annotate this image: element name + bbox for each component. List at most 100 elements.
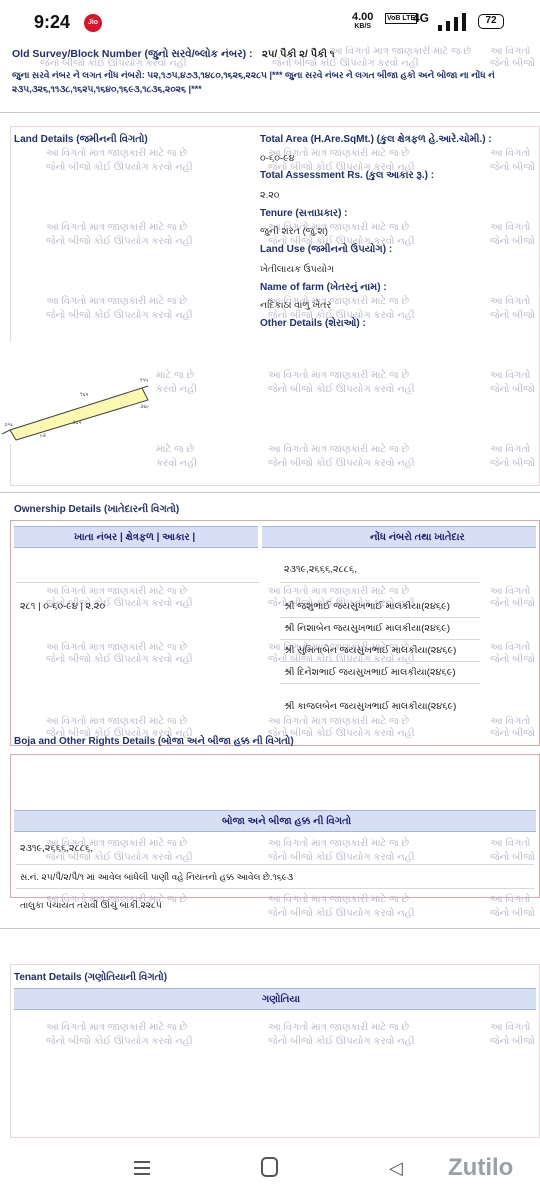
watermark-text: આ વિગતો માત્ર જાણકારી માટે જ છે xyxy=(268,444,410,455)
watermark-text: જેનો બીજો કોઈ ઊપયોગ કરવો નહી xyxy=(46,236,193,247)
row-divider xyxy=(16,888,534,889)
tenant-heading: Tenant Details (ગણોતિયાની વિગતો) xyxy=(14,972,168,983)
column-header: બોજા અને બીજા હક્ક ની વિગતો xyxy=(222,816,352,827)
map-label: ૯૨ xyxy=(40,433,46,439)
watermark-text: માટે જ છે xyxy=(156,444,195,455)
watermark-text: જેનો બીજો કોઈ ઊપયોગ કરવો નહી xyxy=(46,310,193,321)
total-area-label: Total Area (H.Are.SqMt.) (કુલ ક્ષેત્રફળ … xyxy=(260,134,492,145)
watermark-text: આ વિગતો માત્ર જાણકારી માટે જ છે xyxy=(46,296,188,307)
row-divider xyxy=(16,864,534,865)
watermark-text: જેનો બીજો xyxy=(490,58,536,69)
watermark-text: જેનો બીજો કોઈ ઊપયોગ કરવો નહી xyxy=(268,458,415,469)
row-divider xyxy=(280,617,480,618)
watermark-text: આ વિગતો xyxy=(490,716,531,727)
carrier-icon: Jio xyxy=(84,14,102,32)
watermark-text: જેનો બીજો xyxy=(490,598,536,609)
watermark-text: આ વિગતો માત્ર જાણકારી માટે જ છે xyxy=(46,716,188,727)
watermark-text: આ વિગતો xyxy=(490,370,531,381)
watermark-text: જેનો બીજો કોઈ ઊપયોગ કરવો નહી xyxy=(268,384,415,395)
watermark-text: આ વિગતો માત્ર જાણકારી માટે જ છે xyxy=(46,642,188,653)
watermark-text: આ વિગતો xyxy=(490,586,531,597)
watermark-text: જેનો બીજો xyxy=(490,458,536,469)
boja-entry: સ.નં. ૨૫/પૈ/૨/પૈ/૧ માં આવેલ બાંધેલી પાણી… xyxy=(20,872,294,882)
watermark-text: જેનો બીજો કોઈ ઊપયોગ કરવો નહી xyxy=(46,654,193,665)
assessment-value: ૨.૨૦ xyxy=(260,190,280,201)
watermark-text: આ વિગતો xyxy=(490,46,531,57)
watermark-text: જેનો બીજો xyxy=(490,236,536,247)
ownership-col-owners: નોંધ નંબરો તથા ખાતેદાર xyxy=(262,526,536,548)
watermark-text: જેનો બીજો xyxy=(490,908,536,919)
watermark-text: આ વિગતો માત્ર જાણકારી માટે જ છે xyxy=(46,586,188,597)
row-divider xyxy=(280,582,480,583)
watermark-text: જેનો બીજો કોઈ ઊપયોગ કરવો નહી xyxy=(46,162,193,173)
watermark-text: આ વિગતો માત્ર જાણકારી માટે જ છે xyxy=(268,370,410,381)
watermark-text: જેનો બીજો કોઈ ઊપયોગ કરવો નહી xyxy=(40,58,187,69)
watermark-text: આ વિગતો માત્ર જાણકારી માટે જ છે xyxy=(46,148,188,159)
owner-name: શ્રી જશુભાઈ જયસુખભાઈ માલકીયા(૨૪૬૯) xyxy=(284,601,450,612)
row-divider xyxy=(16,582,260,583)
network-type: 4G xyxy=(413,11,430,25)
row-divider xyxy=(280,683,480,684)
watermark-text: આ વિગતો xyxy=(490,444,531,455)
watermark-text: જેનો બીજો કોઈ ઊપયોગ કરવો નહી xyxy=(268,1036,415,1047)
watermark-text: આ વિગતો xyxy=(490,148,531,159)
watermark-text: જેનો બીજો xyxy=(490,384,536,395)
land-use-value: ખેતીલાયક ઉપયોગ xyxy=(260,264,334,275)
watermark-text: જેનો બીજો કોઈ ઊપયોગ કરવો નહી xyxy=(268,852,415,863)
owner-name: શ્રી કાજલબેન જયસુખભાઈ માલકીયા(૨૪૬૯) xyxy=(284,701,457,712)
watermark-text: આ વિગતો માત્ર જાણકારી માટે જ છે xyxy=(268,586,410,597)
watermark-text: જેનો બીજો xyxy=(490,1036,536,1047)
watermark-text: જેનો બીજો કોઈ ઊપયોગ કરવો નહી xyxy=(46,1036,193,1047)
map-label: ૭૫૮ xyxy=(4,422,14,428)
watermark-text: જેનો બીજો કોઈ ઊપયોગ કરવો નહી xyxy=(272,58,419,69)
tenure-label: Tenure (સત્તાપ્રકાર) : xyxy=(260,208,348,219)
watermark-text: આ વિગતો માત્ર જાણકારી માટે જ છે xyxy=(268,838,410,849)
recent-apps-button[interactable] xyxy=(134,1160,150,1176)
watermark-text: જેનો બીજો xyxy=(490,162,536,173)
speed-value: 4.00 xyxy=(352,11,374,23)
record-page[interactable]: Old Survey/Block Number (જુનો સરવે/બ્લોક… xyxy=(0,46,540,1138)
divider xyxy=(0,492,540,493)
map-label: ૧૧૫ xyxy=(140,378,149,384)
tenant-col: ગણોતિયા xyxy=(14,988,536,1010)
watermark-text: કરવો નહી xyxy=(156,458,198,469)
watermark-text: જેનો બીજો xyxy=(490,310,536,321)
assessment-label: Total Assessment Rs. (કુલ આકાર રૂ.) : xyxy=(260,170,435,181)
clock: 9:24 xyxy=(34,12,71,32)
other-details-label: Other Details (શેરાઓ) : xyxy=(260,318,366,329)
column-header: ગણોતિયા xyxy=(262,994,301,1005)
owner-name: શ્રી સુમિતાબેન જયસુખભાઈ માલકીયા(૨૪૬૯) xyxy=(284,645,457,656)
speed-unit: KB/S xyxy=(354,23,372,30)
map-label: ૩૬૯ xyxy=(140,404,149,410)
watermark-text: આ વિગતો xyxy=(490,1022,531,1033)
owner-name: શ્રી દિનેશભાઈ જયસુખભાઈ માલકીયા(૨૪૬૯) xyxy=(284,667,456,678)
land-details-heading: Land Details (જમીનની વિગતો) xyxy=(14,134,148,145)
home-button[interactable] xyxy=(261,1157,278,1177)
watermark-text: જેનો બીજો કોઈ ઊપયોગ કરવો નહી xyxy=(46,852,193,863)
old-survey-entries-cont: ૨૩૫,૩૨૬,૧૧૩૮,૧૬૨૫,૧૬૪૦,૧૬૯૩,૧૮૩૬,૨૦૨૬ |*… xyxy=(12,84,202,94)
watermark-text: જેનો બીજો xyxy=(490,852,536,863)
boja-heading: Boja and Other Rights Details (બોજા અને … xyxy=(14,736,294,747)
signal-icon xyxy=(430,13,470,31)
watermark-text: આ વિગતો માત્ર જાણકારી માટે જ છે xyxy=(46,1022,188,1033)
ownership-heading: Ownership Details (ખાતેદારની વિગતો) xyxy=(14,504,180,515)
watermark-text: આ વિગતો xyxy=(490,296,531,307)
watermark-text: આ વિગતો xyxy=(490,894,531,905)
boja-entry: તાલુકા પંચાયત તરાવી ઊંચું બાકી.૨૨૮૫ xyxy=(20,900,162,910)
watermark-text: આ વિગતો xyxy=(490,838,531,849)
map-label: ૩૬૫ xyxy=(72,420,82,426)
owner-name: શ્રી નિશાબેન જયસુખભાઈ માલકીયા(૨૪૬૯) xyxy=(284,623,450,634)
khata-value: ૨૮૧ | ૦-૬૦-૯૪ | ૨.૨૦ xyxy=(20,601,106,612)
watermark-text: આ વિગતો માત્ર જાણકારી માટે જ છે xyxy=(268,1022,410,1033)
watermark-text: જેનો બીજો xyxy=(490,654,536,665)
boja-col: બોજા અને બીજા હક્ક ની વિગતો xyxy=(14,810,536,832)
divider xyxy=(0,112,540,113)
watermark-text: આ વિગતો માત્ર જાણકારી માટે જ છે xyxy=(268,894,410,905)
watermark-text: આ વિગતો xyxy=(490,222,531,233)
watermark-text: જેનો બીજો xyxy=(490,728,536,739)
watermark-text: માટે જ છે xyxy=(156,370,195,381)
back-button[interactable]: ◁ xyxy=(389,1158,403,1179)
navigation-bar: ◁ Zutilo xyxy=(0,1138,540,1200)
watermark-text: જેનો બીજો કોઈ ઊપયોગ કરવો નહી xyxy=(268,908,415,919)
row-divider xyxy=(280,639,480,640)
